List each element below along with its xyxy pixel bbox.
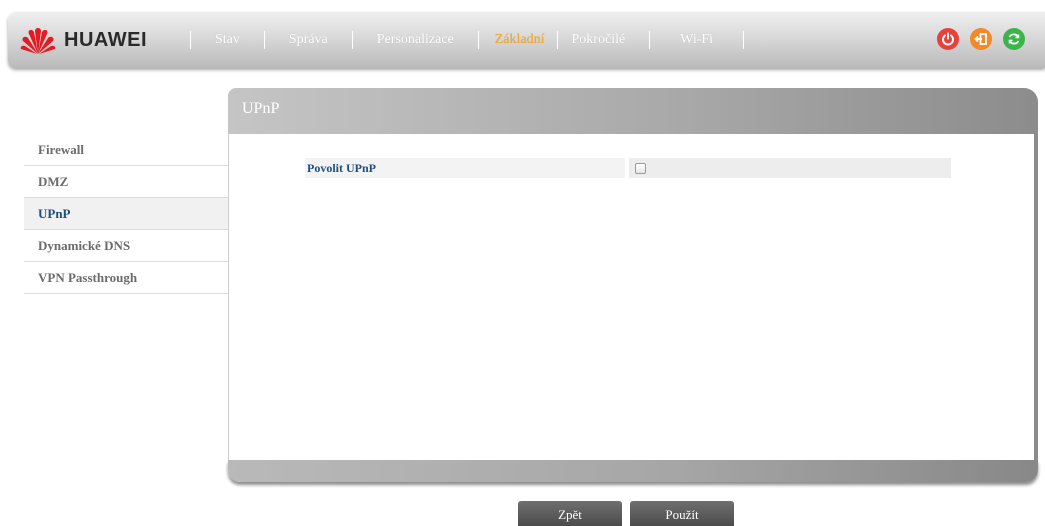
nav-item-pokrocile[interactable]: Pokročilé bbox=[572, 32, 626, 48]
sidebar-item-firewall[interactable]: Firewall bbox=[24, 134, 229, 166]
main-nav: Stav Správa Personalizace Základní Pokro… bbox=[190, 12, 745, 68]
nav-item-sprava[interactable]: Správa bbox=[289, 32, 328, 48]
nav-divider bbox=[190, 31, 191, 49]
logout-icon[interactable] bbox=[970, 28, 992, 50]
sidebar-item-dynamic-dns[interactable]: Dynamické DNS bbox=[24, 230, 229, 262]
sidebar-item-vpn-passthrough[interactable]: VPN Passthrough bbox=[24, 262, 229, 294]
enable-upnp-value-cell bbox=[629, 158, 951, 178]
sidebar-item-upnp[interactable]: UPnP bbox=[24, 198, 229, 230]
enable-upnp-label: Povolit UPnP bbox=[305, 158, 625, 178]
panel-footer bbox=[228, 460, 1038, 482]
nav-divider bbox=[556, 31, 558, 49]
brand-name: HUAWEI bbox=[64, 28, 147, 51]
nav-item-personalizace[interactable]: Personalizace bbox=[377, 32, 454, 48]
nav-item-stav[interactable]: Stav bbox=[215, 32, 240, 48]
refresh-icon[interactable] bbox=[1003, 28, 1025, 50]
top-bar: HUAWEI Stav Správa Personalizace Základn… bbox=[8, 12, 1045, 68]
panel-body: Povolit UPnP bbox=[228, 134, 1038, 460]
nav-divider bbox=[477, 31, 479, 49]
sidebar-item-dmz[interactable]: DMZ bbox=[24, 166, 229, 198]
form-row-enable-upnp: Povolit UPnP bbox=[305, 158, 951, 178]
sidebar: Firewall DMZ UPnP Dynamické DNS VPN Pass… bbox=[24, 134, 229, 294]
nav-divider bbox=[351, 31, 353, 49]
page-title: UPnP bbox=[242, 100, 280, 117]
nav-item-zakladni[interactable]: Základní bbox=[495, 32, 545, 48]
huawei-logo: HUAWEI bbox=[20, 21, 190, 59]
back-button[interactable]: Zpět bbox=[518, 501, 622, 526]
nav-item-wifi[interactable]: Wi-Fi bbox=[680, 32, 713, 48]
apply-button[interactable]: Použít bbox=[630, 501, 734, 526]
nav-divider bbox=[649, 31, 651, 49]
nav-divider bbox=[743, 31, 745, 49]
enable-upnp-checkbox[interactable] bbox=[635, 162, 646, 174]
power-icon[interactable] bbox=[937, 28, 959, 50]
panel-header: UPnP bbox=[228, 88, 1038, 134]
huawei-flower-icon bbox=[20, 28, 56, 54]
content-panel: UPnP Povolit UPnP bbox=[228, 88, 1038, 490]
top-icon-group bbox=[937, 28, 1025, 50]
nav-divider bbox=[263, 31, 265, 49]
